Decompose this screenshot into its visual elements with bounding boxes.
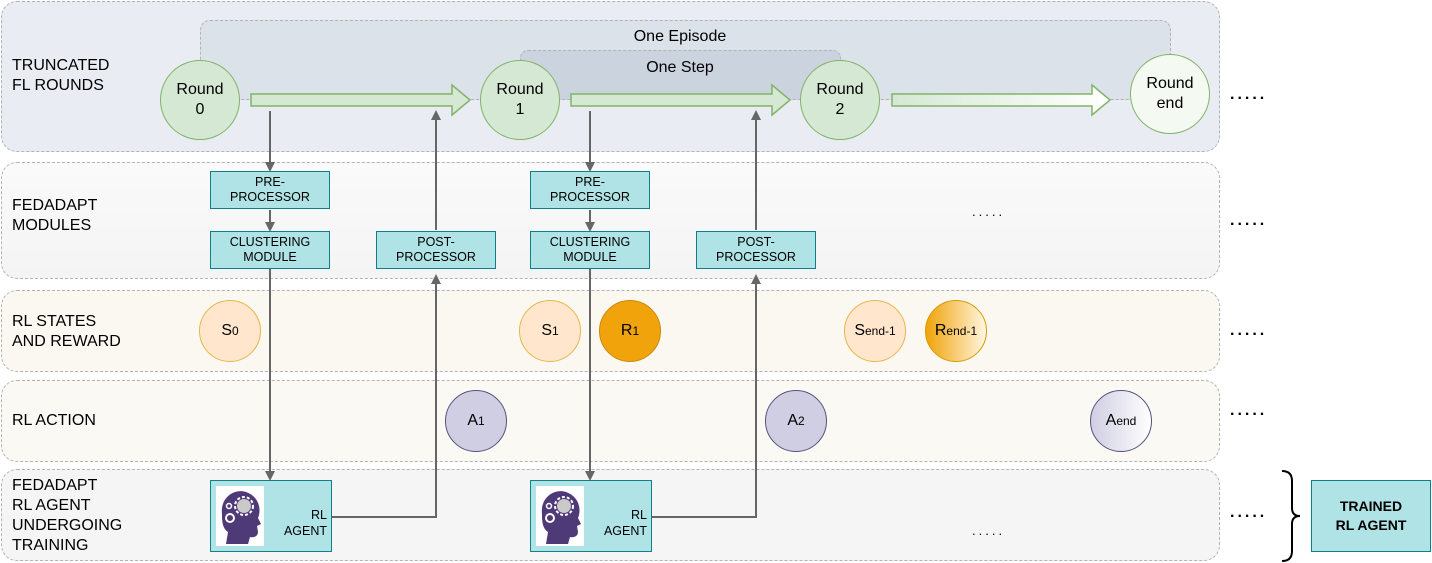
flow-arrow-0-1 bbox=[250, 83, 472, 117]
clustering-module-1: CLUSTERING MODULE bbox=[530, 231, 650, 269]
rl-agent-0: RL AGENT bbox=[210, 480, 332, 552]
rl-agent-1: RL AGENT bbox=[530, 480, 652, 552]
pre-processor-0: PRE- PROCESSOR bbox=[210, 171, 330, 209]
pre-processor-1: PRE- PROCESSOR bbox=[530, 171, 650, 209]
state-s1: S1 bbox=[519, 300, 581, 362]
round-end: Round end bbox=[1130, 54, 1210, 134]
ellipsis-agent-inner: ..... bbox=[972, 523, 1006, 538]
round-1: Round 1 bbox=[480, 60, 560, 140]
rl-agent-label: RL AGENT bbox=[283, 508, 327, 538]
arrow-agent-to-post-0 bbox=[331, 274, 441, 518]
ellipsis-states: ..... bbox=[1230, 322, 1268, 339]
clustering-module-0: CLUSTERING MODULE bbox=[210, 231, 330, 269]
brain-gears-head-icon bbox=[536, 486, 584, 546]
ellipsis-modules-inner: ..... bbox=[972, 204, 1006, 219]
brain-gears-head-icon bbox=[216, 486, 264, 546]
action-aend: Aend bbox=[1090, 390, 1152, 452]
reward-rend-1: Rend-1 bbox=[925, 300, 987, 362]
brace bbox=[1281, 470, 1301, 562]
reward-r1: R1 bbox=[599, 300, 661, 362]
action-a1: A1 bbox=[445, 390, 507, 452]
ellipsis-agent: ..... bbox=[1230, 504, 1268, 521]
state-s0: S0 bbox=[199, 300, 261, 362]
ellipsis-action: ..... bbox=[1230, 402, 1268, 419]
ellipsis-modules: ..... bbox=[1230, 212, 1268, 229]
arrow-agent-to-post-1 bbox=[651, 274, 761, 518]
ellipsis-fl-rounds: ..... bbox=[1230, 86, 1268, 103]
flow-arrow-2-end bbox=[891, 83, 1112, 117]
post-processor-1: POST- PROCESSOR bbox=[696, 231, 816, 269]
state-send-1: Send-1 bbox=[844, 300, 906, 362]
post-processor-0: POST- PROCESSOR bbox=[376, 231, 496, 269]
rl-agent-label: RL AGENT bbox=[603, 508, 647, 538]
flow-arrow-1-2 bbox=[570, 83, 792, 117]
round-0: Round 0 bbox=[160, 60, 240, 140]
trained-rl-agent: TRAINED RL AGENT bbox=[1311, 480, 1431, 552]
action-a2: A2 bbox=[765, 390, 827, 452]
round-2: Round 2 bbox=[800, 60, 880, 140]
